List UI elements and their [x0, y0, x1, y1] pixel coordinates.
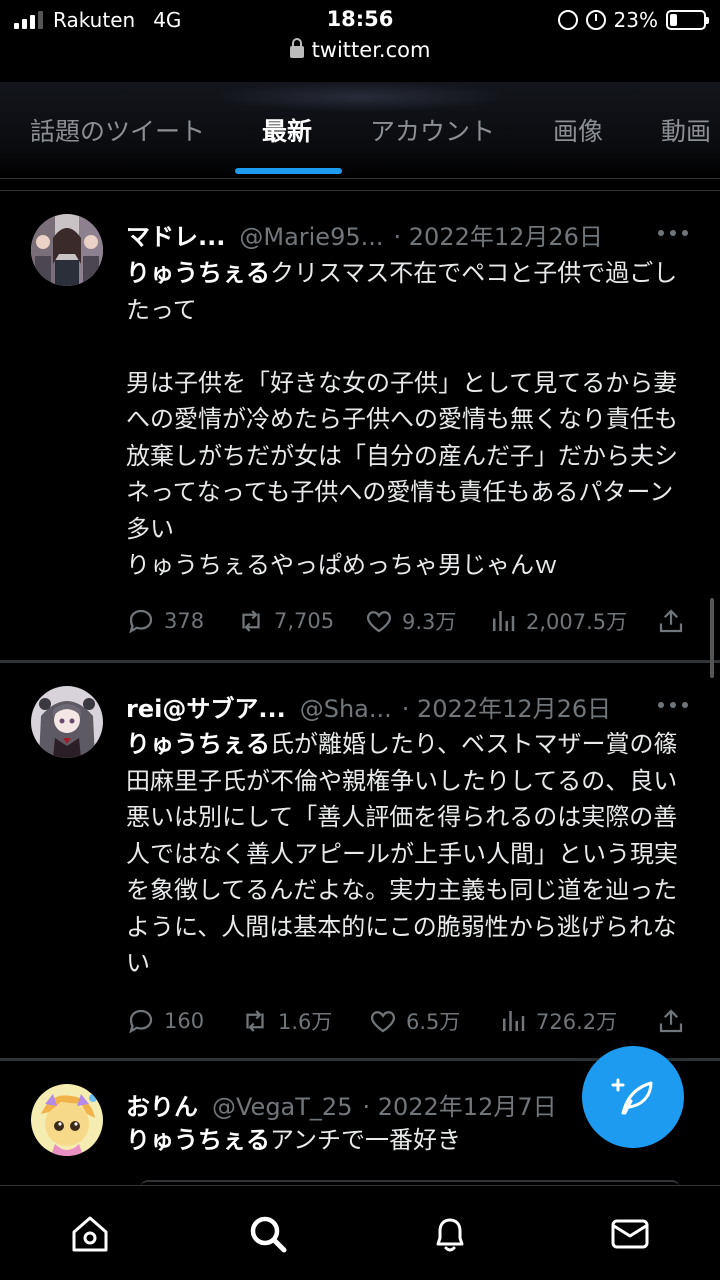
author-name[interactable]: おりん [126, 1087, 198, 1122]
battery-percent: 23% [613, 8, 658, 32]
mention-link[interactable]: りゅうちぇる [126, 259, 270, 287]
avatar[interactable] [31, 214, 103, 286]
lock-icon [289, 38, 304, 58]
tweet-date[interactable]: · 2022年12月26日 [402, 689, 611, 724]
avatar[interactable] [31, 686, 103, 758]
view-count: 726.2万 [536, 1010, 618, 1034]
analytics-icon [503, 1011, 525, 1031]
author-handle[interactable]: @VegaT_25 [212, 1093, 352, 1121]
retweet-count: 7,705 [274, 609, 335, 633]
like-count: 9.3万 [402, 610, 457, 634]
share-button[interactable] [656, 1006, 686, 1036]
reply-icon [129, 1009, 153, 1034]
author-handle[interactable]: @Sha... [300, 695, 392, 723]
reply-count: 160 [164, 1009, 205, 1033]
battery-icon [666, 10, 709, 30]
compose-tweet-button[interactable] [582, 1046, 684, 1148]
author-name[interactable]: マドレ... [126, 217, 225, 252]
search-icon [250, 1216, 287, 1253]
divider [0, 660, 720, 663]
like-button[interactable]: 6.5万 [368, 1006, 460, 1036]
mention-link[interactable]: りゅうちぇる [126, 730, 270, 758]
tab-latest[interactable]: 最新 [262, 112, 312, 148]
nav-messages[interactable] [608, 1212, 652, 1256]
nav-home[interactable] [68, 1212, 112, 1256]
more-options-icon[interactable] [658, 700, 688, 710]
tweet-body: クリスマス不在でペコと子供で過ごしたって 男は子供を「好きな女の子供」として見て… [126, 259, 678, 579]
reply-button[interactable]: 378 [126, 606, 204, 636]
divider [0, 178, 720, 179]
heart-icon [370, 1011, 396, 1033]
tab-people[interactable]: アカウント [370, 112, 495, 148]
heart-icon [366, 611, 392, 633]
views-button[interactable]: 2,007.5万 [488, 606, 627, 636]
tweet-body: 氏が離婚したり、ベストマザー賞の篠田麻里子氏が不倫や親権争いしたりしてるの、良い… [126, 730, 678, 977]
reply-button[interactable]: 160 [126, 1006, 204, 1036]
notifications-bell-icon [436, 1218, 464, 1252]
more-options-icon[interactable] [658, 228, 688, 238]
share-button[interactable] [656, 606, 686, 636]
retweet-button[interactable]: 7,705 [236, 606, 334, 636]
bottom-nav [0, 1185, 720, 1280]
search-tabs: 話題のツイート 最新 アカウント 画像 動画 [0, 82, 720, 178]
divider [0, 190, 720, 191]
messages-envelope-icon [611, 1219, 649, 1249]
tab-photos[interactable]: 画像 [553, 112, 603, 148]
like-button[interactable]: 9.3万 [364, 606, 456, 636]
retweet-icon [242, 610, 260, 632]
avatar[interactable] [31, 1084, 103, 1156]
retweet-count: 1.6万 [278, 1010, 333, 1034]
tweet-actions: 378 7,705 9.3万 2,007.5万 [126, 606, 691, 638]
tweet-text: りゅうちぇる氏が離婚したり、ベストマザー賞の篠田麻里子氏が不倫や親権争いしたりし… [126, 726, 686, 982]
home-icon [72, 1216, 108, 1252]
author-handle[interactable]: @Marie95... [239, 223, 383, 251]
analytics-icon [493, 611, 515, 631]
status-bar: Rakuten 4G 18:56 23% [0, 0, 720, 40]
reply-count: 378 [164, 609, 205, 633]
views-button[interactable]: 726.2万 [498, 1006, 617, 1036]
like-count: 6.5万 [406, 1010, 461, 1034]
tweet-date[interactable]: · 2022年12月7日 [362, 1087, 556, 1122]
active-tab-indicator [235, 168, 342, 174]
tab-top[interactable]: 話題のツイート [30, 112, 205, 148]
nav-notifications[interactable] [428, 1212, 472, 1256]
rotation-lock-icon [557, 10, 578, 30]
share-icon [659, 1009, 683, 1033]
tweet-actions: 160 1.6万 6.5万 726.2万 [126, 1006, 691, 1038]
tweet-body: アンチで一番好き [270, 1126, 462, 1154]
share-icon [659, 609, 683, 633]
url-text: twitter.com [311, 38, 431, 62]
retweet-button[interactable]: 1.6万 [240, 1006, 332, 1036]
nav-search[interactable] [246, 1212, 290, 1256]
author-name[interactable]: rei@サブア... [126, 689, 286, 724]
mention-link[interactable]: りゅうちぇる [126, 1126, 270, 1154]
retweet-icon [246, 1010, 264, 1032]
address-bar[interactable]: twitter.com [0, 38, 720, 62]
alarm-icon [585, 10, 606, 30]
view-count: 2,007.5万 [526, 610, 628, 634]
tweet-text: りゅうちぇるクリスマス不在でペコと子供で過ごしたって 男は子供を「好きな女の子供… [126, 255, 686, 584]
compose-feather-plus-icon [611, 1078, 653, 1115]
tab-videos[interactable]: 動画 [661, 112, 711, 148]
reply-icon [129, 609, 153, 634]
tweet-date[interactable]: · 2022年12月26日 [394, 217, 603, 252]
scrollbar[interactable] [710, 598, 714, 678]
